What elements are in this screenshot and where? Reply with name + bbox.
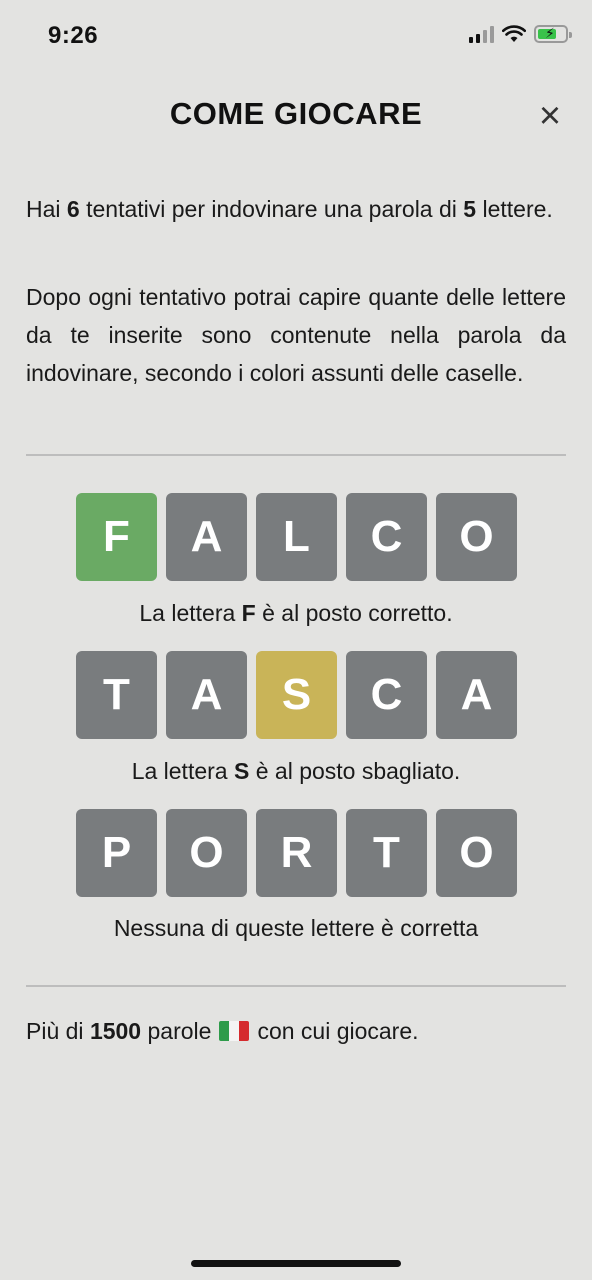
- letter-tile: A: [166, 493, 247, 581]
- attempts-count: 6: [66, 196, 80, 222]
- wifi-icon: [502, 25, 526, 42]
- italy-flag-icon: [219, 1021, 250, 1041]
- caption-text: La lettera: [131, 758, 234, 784]
- letter-tile: S: [256, 651, 337, 739]
- example-caption-2: La lettera S è al posto sbagliato.: [0, 758, 592, 785]
- intro-paragraph-2: Dopo ogni tentativo potrai capire quante…: [26, 284, 566, 386]
- close-icon[interactable]: ×: [532, 97, 568, 135]
- status-bar: 9:26 ⚡: [0, 0, 592, 72]
- letter-tile: L: [256, 493, 337, 581]
- intro-paragraph-1: Hai 6 tentativi per indovinare una parol…: [26, 190, 566, 228]
- letter-tile: F: [76, 493, 157, 581]
- letter-tile: P: [76, 809, 157, 897]
- how-to-play-screen: 9:26 ⚡ COME GIOCARE × Hai 6 tentativi pe…: [0, 0, 592, 1280]
- word-count: 1500: [89, 1018, 142, 1044]
- example-word-tasca: T A S C A: [76, 651, 517, 739]
- caption-text: La lettera: [139, 600, 242, 626]
- letter-tile: A: [166, 651, 247, 739]
- status-time: 9:26: [48, 22, 99, 49]
- intro-text: lettere.: [476, 196, 553, 222]
- word-count-note: Più di 1500 parole con cui giocare.: [26, 1014, 419, 1048]
- footer-text: Più di 1500 parole: [26, 1014, 211, 1048]
- footer-text-c: parole: [141, 1018, 212, 1044]
- status-icons: ⚡: [469, 25, 572, 43]
- intro-text: tentativi per indovinare una parola di: [79, 196, 464, 222]
- letter-tile: O: [436, 493, 517, 581]
- caption-letter: S: [233, 758, 250, 784]
- letter-tile: R: [256, 809, 337, 897]
- home-indicator: [191, 1260, 401, 1267]
- cellular-signal-icon: [469, 25, 494, 43]
- intro-text: Hai: [26, 196, 67, 222]
- example-word-porto: P O R T O: [76, 809, 517, 897]
- letter-tile: O: [166, 809, 247, 897]
- example-caption-3: Nessuna di queste lettere è corretta: [113, 915, 479, 941]
- divider: [26, 454, 566, 456]
- example-caption-1: La lettera F è al posto corretto.: [0, 600, 592, 627]
- letter-tile: T: [346, 809, 427, 897]
- letter-tile: C: [346, 651, 427, 739]
- example-word-falco: F A L C O: [76, 493, 517, 581]
- letter-tile: C: [346, 493, 427, 581]
- battery-charging-icon: ⚡: [534, 25, 572, 43]
- letter-tile: A: [436, 651, 517, 739]
- letter-tile: O: [436, 809, 517, 897]
- caption-text: è al posto corretto.: [255, 600, 453, 626]
- letter-tile: T: [76, 651, 157, 739]
- footer-text-d: con cui giocare.: [257, 1018, 419, 1044]
- page-title: COME GIOCARE: [169, 96, 423, 131]
- divider: [26, 985, 566, 987]
- footer-text-a: Più di: [26, 1018, 90, 1044]
- word-length: 5: [463, 196, 477, 222]
- caption-text: è al posto sbagliato.: [249, 758, 461, 784]
- caption-letter: F: [241, 600, 256, 626]
